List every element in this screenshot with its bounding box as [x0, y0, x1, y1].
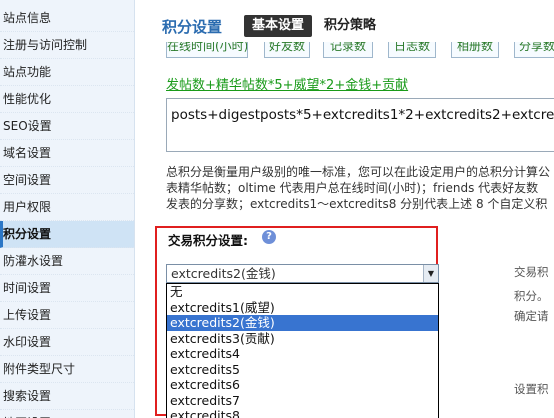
- sidebar-item-search[interactable]: 搜索设置: [0, 383, 134, 410]
- sidebar: 站点信息 注册与访问控制 站点功能 性能优化 SEO设置 域名设置 空间设置 用…: [0, 0, 135, 418]
- sidebar-item-credits[interactable]: 积分设置: [0, 221, 134, 248]
- option-none[interactable]: 无: [167, 284, 438, 300]
- sidebar-item-watermark[interactable]: 水印设置: [0, 329, 134, 356]
- sidebar-item-registration[interactable]: 注册与访问控制: [0, 32, 134, 59]
- option-extcredits2[interactable]: extcredits2(金钱): [167, 315, 438, 331]
- variable-chip-friends[interactable]: 好友数: [264, 42, 310, 58]
- question-icon[interactable]: ?: [262, 230, 276, 244]
- description-line: 总积分是衡量用户级别的唯一标准，您可以在此设定用户的总积分计算公: [166, 165, 551, 179]
- select-value: extcredits2(金钱): [171, 266, 276, 281]
- sidebar-item-region[interactable]: 地区设置: [0, 410, 134, 418]
- option-extcredits8[interactable]: extcredits8: [167, 408, 438, 418]
- option-extcredits1[interactable]: extcredits1(威望): [167, 300, 438, 316]
- sidebar-item-upload[interactable]: 上传设置: [0, 302, 134, 329]
- trade-credit-select[interactable]: extcredits2(金钱) ▼: [166, 264, 439, 283]
- description-line: 发表的分享数；extcredits1～extcredits8 分别代表上述 8 …: [166, 197, 548, 211]
- sidebar-item-space[interactable]: 空间设置: [0, 167, 134, 194]
- page-title: 积分设置: [162, 18, 223, 36]
- credit-expression-field[interactable]: posts+digestposts*5+extcredits1*2+extcre…: [166, 98, 554, 152]
- sidebar-item-anti-spam[interactable]: 防灌水设置: [0, 248, 134, 275]
- sidebar-item-performance[interactable]: 性能优化: [0, 86, 134, 113]
- variable-chip-records[interactable]: 记录数: [323, 42, 373, 58]
- sidebar-item-attachment-types[interactable]: 附件类型尺寸: [0, 356, 134, 383]
- option-extcredits6[interactable]: extcredits6: [167, 377, 438, 393]
- variable-chip-blogs[interactable]: 日志数: [388, 42, 436, 58]
- tab-basic-settings[interactable]: 基本设置: [244, 15, 312, 37]
- variable-chip-online-time[interactable]: 在线时间(小时): [166, 42, 248, 58]
- sidebar-item-seo[interactable]: SEO设置: [0, 113, 134, 140]
- trade-credit-options: 无 extcredits1(威望) extcredits2(金钱) extcre…: [166, 283, 439, 418]
- side-note-trade: 交易积: [514, 265, 549, 279]
- trade-credit-label: 交易积分设置:: [168, 233, 248, 248]
- side-note-confirm: 确定请: [514, 309, 549, 323]
- sidebar-item-time[interactable]: 时间设置: [0, 275, 134, 302]
- side-note-setting: 设置积: [514, 382, 549, 396]
- main-panel: 积分设置 基本设置 积分策略 在线时间(小时) 好友数 记录数 日志数 相册数 …: [136, 0, 554, 418]
- option-extcredits4[interactable]: extcredits4: [167, 346, 438, 362]
- variable-chip-albums[interactable]: 相册数: [451, 42, 499, 58]
- credit-description: 总积分是衡量用户级别的唯一标准，您可以在此设定用户的总积分计算公 表精华帖数；o…: [166, 164, 554, 212]
- credit-formula-preview: 发帖数+精华帖数*5+威望*2+金钱+贡献: [166, 78, 409, 93]
- sidebar-item-permissions[interactable]: 用户权限: [0, 194, 134, 221]
- option-extcredits7[interactable]: extcredits7: [167, 393, 438, 409]
- sidebar-item-domain[interactable]: 域名设置: [0, 140, 134, 167]
- side-note-credits: 积分。: [514, 289, 549, 303]
- sidebar-item-site-features[interactable]: 站点功能: [0, 59, 134, 86]
- option-extcredits5[interactable]: extcredits5: [167, 362, 438, 378]
- sidebar-item-site-info[interactable]: 站点信息: [0, 5, 134, 32]
- option-extcredits3[interactable]: extcredits3(贡献): [167, 331, 438, 347]
- variable-chip-shares[interactable]: 分享数: [514, 42, 554, 58]
- chevron-down-icon[interactable]: ▼: [423, 265, 438, 282]
- description-line: 表精华帖数；oltime 代表用户总在线时间(小时)；friends 代表好友数: [166, 181, 539, 195]
- tab-credit-policy[interactable]: 积分策略: [324, 15, 376, 37]
